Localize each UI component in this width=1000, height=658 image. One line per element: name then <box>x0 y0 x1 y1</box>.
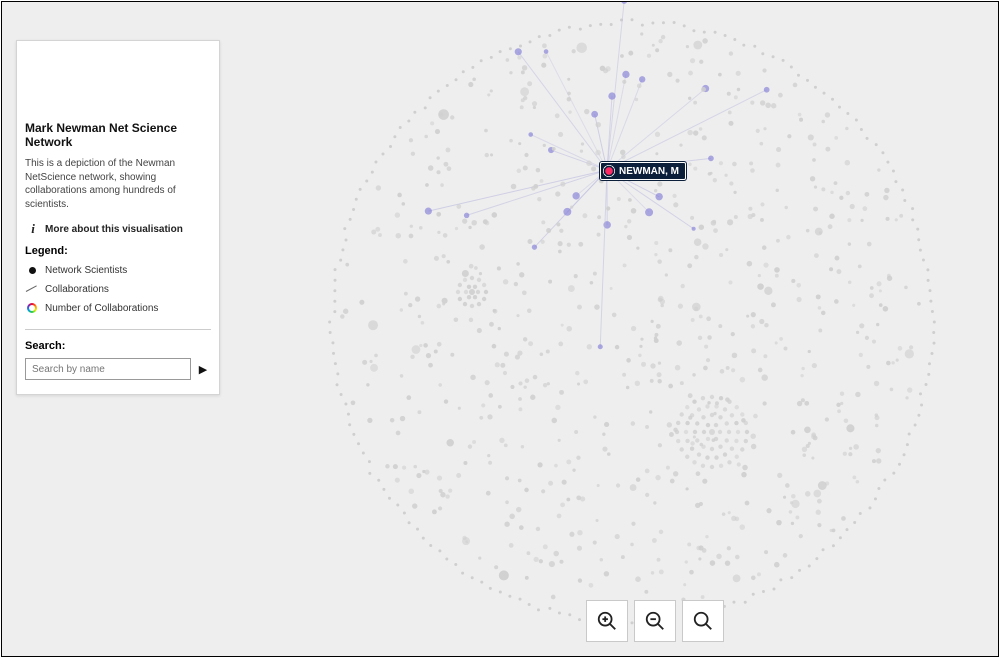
divider <box>25 329 211 330</box>
legend-heading: Legend: <box>25 245 211 257</box>
legend-item-nodes: Network Scientists <box>25 263 211 277</box>
info-icon: i <box>25 221 41 237</box>
panel-title: Mark Newman Net Science Network <box>25 121 211 149</box>
panel-description: This is a depiction of the Newman NetSci… <box>25 157 211 211</box>
legend-weight-label: Number of Collaborations <box>45 303 158 314</box>
search-heading: Search: <box>25 340 211 352</box>
legend-item-weight: Number of Collaborations <box>25 301 211 315</box>
highlighted-node-text: NEWMAN, M <box>619 166 679 177</box>
target-icon <box>603 165 615 177</box>
legend-edges-label: Collaborations <box>45 284 109 295</box>
legend-nodes-label: Network Scientists <box>45 265 127 276</box>
info-panel: Mark Newman Net Science Network This is … <box>16 40 220 395</box>
node-icon <box>25 263 39 277</box>
zoom-in-button[interactable] <box>586 600 628 642</box>
more-about-text: More about this visualisation <box>45 224 183 235</box>
zoom-fit-button[interactable] <box>682 600 724 642</box>
zoom-out-icon <box>644 610 666 632</box>
rainbow-icon <box>25 301 39 315</box>
highlighted-node-label[interactable]: NEWMAN, M <box>600 162 686 180</box>
zoom-in-icon <box>596 610 618 632</box>
zoom-controls <box>586 600 724 642</box>
magnifier-icon <box>692 610 714 632</box>
search-submit[interactable]: ▶ <box>195 363 211 376</box>
zoom-out-button[interactable] <box>634 600 676 642</box>
edge-icon <box>25 282 39 296</box>
legend-item-edges: Collaborations <box>25 282 211 296</box>
search-input[interactable] <box>25 358 191 380</box>
more-about-link[interactable]: i More about this visualisation <box>25 221 211 237</box>
